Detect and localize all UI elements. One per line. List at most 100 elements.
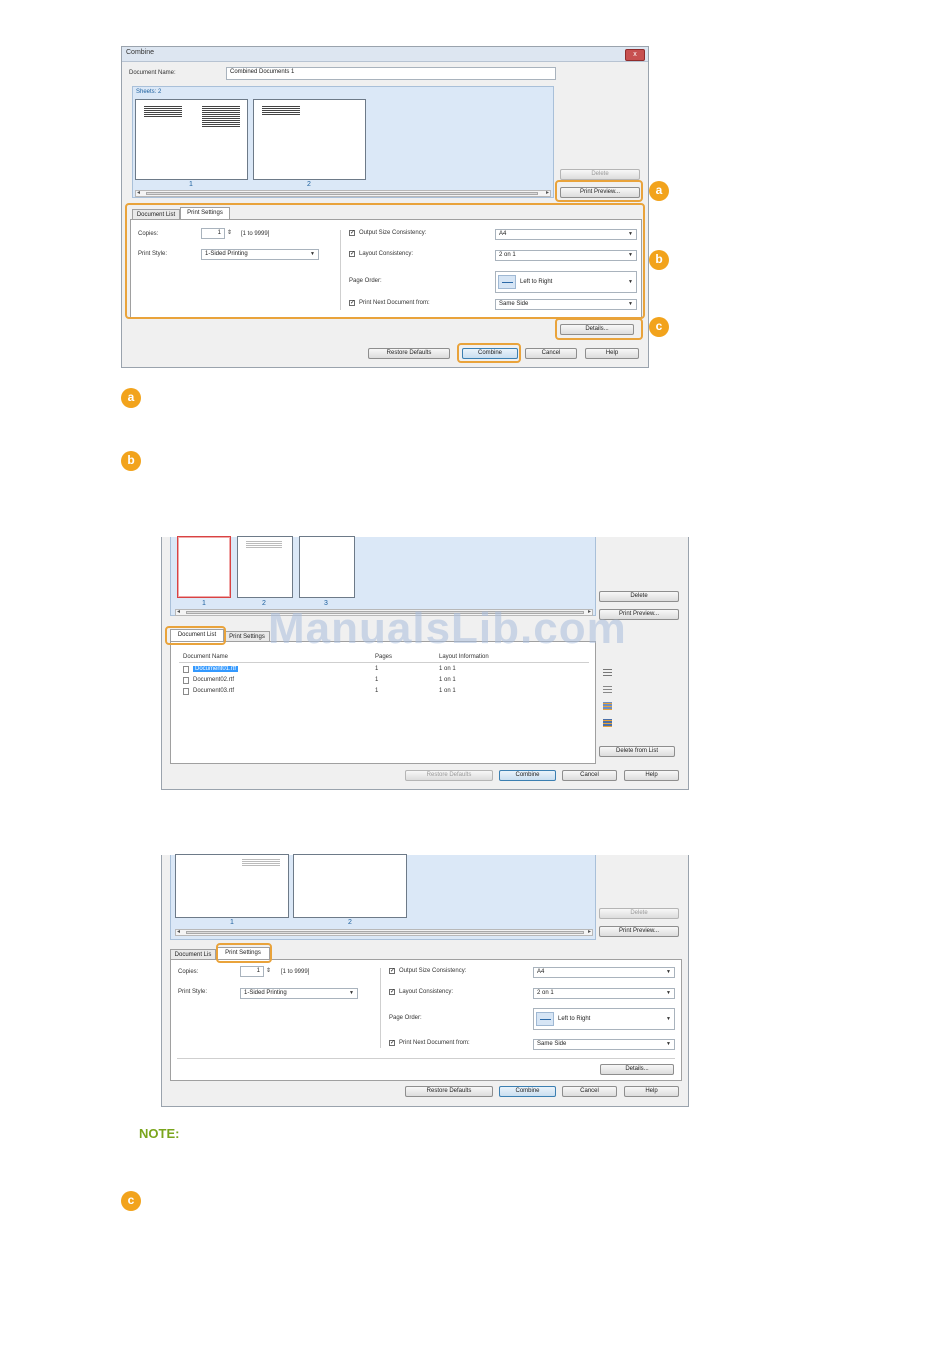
details-button[interactable]: Details... [600,1064,674,1075]
page-order-icon [536,1012,554,1026]
help-button[interactable]: Help [624,1086,679,1097]
help-button[interactable]: Help [624,770,679,781]
document-pages: 1 [375,688,379,694]
badge-c: c [649,317,669,337]
layout-select[interactable]: 2 on 1 ▼ [533,988,675,999]
page-order-label: Page Order: [389,1015,422,1021]
dropdown-arrow-icon: ▼ [666,969,671,975]
dropdown-arrow-icon: ▼ [666,1041,671,1047]
cancel-button[interactable]: Cancel [525,348,577,359]
restore-defaults-button[interactable]: Restore Defaults [405,1086,493,1097]
sheet-page-image [202,105,240,127]
dropdown-arrow-icon: ▼ [349,990,354,996]
sheet-number-1: 1 [202,600,206,607]
dialog-title: Combine [126,49,155,56]
sheet-thumbnail-2[interactable] [237,536,293,598]
sheet-page-image [144,105,182,117]
section-marker-c: c [121,1191,141,1211]
dialog-titlebar: Combine x [122,47,648,62]
file-icon [183,677,189,684]
move-down-icon[interactable] [603,702,612,710]
delete-button[interactable]: Delete [560,169,640,180]
dropdown-arrow-icon: ▼ [666,1016,671,1022]
highlight-document-list-tab [165,626,226,645]
list-item[interactable]: Document01.rtf 1 1 on 1 [183,665,589,675]
move-bottom-icon[interactable] [603,719,612,727]
scroll-left-icon[interactable]: ◂ [177,608,180,615]
print-next-value: Same Side [537,1041,567,1047]
document-name: Document03.rtf [193,688,235,694]
move-top-icon[interactable] [603,668,612,676]
sheets-scrollbar[interactable]: ◂ ▸ [175,929,593,936]
document-pages: 1 [375,677,379,683]
highlight-print-settings-tab [216,943,272,963]
layout-value: 2 on 1 [537,990,554,996]
scroll-right-icon[interactable]: ▸ [588,928,591,935]
file-icon [183,688,189,695]
sheet-page-image [246,540,282,548]
column-pages: Pages [375,654,393,660]
document-name: Document02.rtf [193,677,235,683]
scroll-left-icon[interactable]: ◂ [177,928,180,935]
list-header-line [179,662,589,663]
sheet-thumbnail-1[interactable] [175,854,289,918]
page-order-value: Left to Right [558,1016,591,1022]
scroll-left-icon[interactable]: ◂ [137,189,140,196]
copies-range: [1 to 9999] [281,969,310,975]
document-layout: 1 on 1 [439,666,456,672]
close-button[interactable]: x [625,49,645,61]
print-style-select[interactable]: 1-Sided Printing ▼ [240,988,358,999]
panel-divider [380,968,381,1048]
print-next-select[interactable]: Same Side ▼ [533,1039,675,1050]
delete-button[interactable]: Delete [599,908,679,919]
sheets-scrollbar[interactable]: ◂ ▸ [135,190,551,197]
document-pages: 1 [375,666,379,672]
sheet-thumbnail-1[interactable] [135,99,248,180]
output-size-label: Output Size Consistency: [399,968,467,974]
cancel-button[interactable]: Cancel [562,770,617,781]
print-next-label: Print Next Document from: [399,1040,470,1046]
output-size-value: A4 [537,969,545,975]
sheet-thumbnail-2[interactable] [293,854,407,918]
layout-label: Layout Consistency: [399,989,454,995]
sheet-number-2: 2 [307,181,311,188]
print-next-checkbox[interactable]: ✓ [389,1040,395,1046]
print-style-label: Print Style: [178,989,208,995]
section-marker-a: a [121,388,141,408]
restore-defaults-button[interactable]: Restore Defaults [405,770,493,781]
list-item[interactable]: Document03.rtf 1 1 on 1 [183,687,589,697]
sheets-count: Sheets: 2 [136,89,162,95]
badge-b: b [649,250,669,270]
scrollbar-thumb[interactable] [146,192,538,195]
sheets-preview-area: 1 2 ◂ ▸ [170,854,596,940]
dropdown-arrow-icon: ▼ [666,990,671,996]
restore-defaults-button[interactable]: Restore Defaults [368,348,450,359]
delete-from-list-button[interactable]: Delete from List [599,746,675,757]
output-size-checkbox[interactable]: ✓ [389,968,395,974]
copies-spin-icon[interactable]: ⇕ [266,967,271,974]
highlight-print-preview [555,180,643,202]
document-name-input[interactable]: Combined Documents 1 [226,67,556,80]
delete-button[interactable]: Delete [599,591,679,602]
output-size-select[interactable]: A4 ▼ [533,967,675,978]
sheet-thumbnail-1[interactable] [177,536,231,598]
help-button[interactable]: Help [585,348,639,359]
scrollbar-thumb[interactable] [186,931,584,934]
print-preview-button[interactable]: Print Preview... [599,926,679,937]
sheet-thumbnail-2[interactable] [253,99,366,180]
column-document-name: Document Name [183,654,229,660]
sheet-thumbnail-3[interactable] [299,536,355,598]
scroll-right-icon[interactable]: ▸ [546,189,549,196]
page-order-select[interactable]: Left to Right ▼ [533,1008,675,1030]
print-style-value: 1-Sided Printing [244,990,287,996]
combine-button[interactable]: Combine [499,1086,556,1097]
move-up-icon[interactable] [603,685,612,693]
cancel-button[interactable]: Cancel [562,1086,617,1097]
list-item[interactable]: Document02.rtf 1 1 on 1 [183,676,589,686]
copies-input[interactable]: 1 [240,966,264,977]
layout-checkbox[interactable]: ✓ [389,989,395,995]
sheet-number-1: 1 [230,919,234,926]
highlight-details [555,318,643,340]
sheet-page-image [262,105,300,115]
combine-button[interactable]: Combine [499,770,556,781]
